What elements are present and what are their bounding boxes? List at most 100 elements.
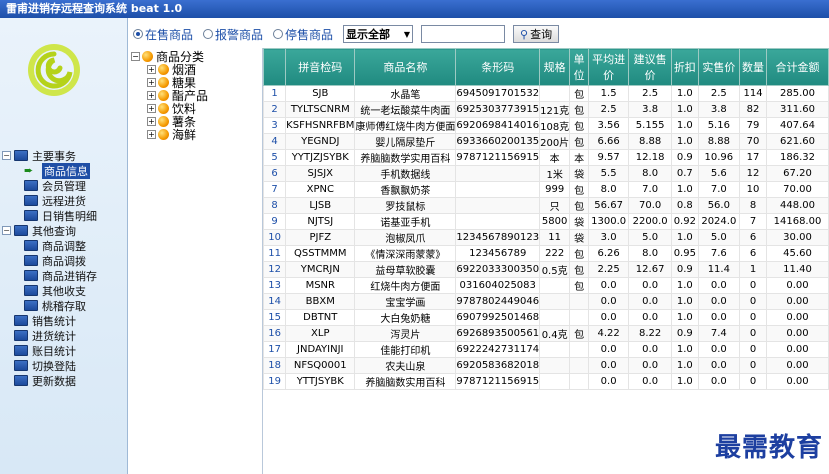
- table-cell: 包: [569, 117, 590, 134]
- table-row[interactable]: 2 TYLTSCNRM 统一老坛酸菜牛肉面 6925303773915 121克包 2.5…: [263, 101, 829, 118]
- table-cell: [569, 341, 590, 358]
- table-row[interactable]: 6 SJSJX 手机数据线 1米袋 5.5 8.0 0.7 5.6 12 67.20: [263, 165, 829, 182]
- table-cell: [569, 357, 590, 374]
- table-row[interactable]: 14 BBXM 宝宝学画 9787802449046 0.0 0.0 1.0 0.0 0 0.00: [263, 293, 829, 310]
- table-cell: 8.88: [697, 133, 741, 150]
- table-row[interactable]: 12 YMCRJN 益母草软胶囊 6922033300350 0.5克包 2.25 12.6…: [263, 261, 829, 278]
- nav-item[interactable]: ➨ 商品信息: [2, 162, 126, 179]
- nav-group-1[interactable]: − 其他查询: [2, 223, 126, 238]
- expand-toggle-icon[interactable]: +: [147, 130, 156, 139]
- table-cell: 6.26: [588, 245, 630, 262]
- table-row[interactable]: 1 SJB 水晶笔 6945091701532 包 1.5 2.5 1.0 2.5 114 285.…: [263, 85, 829, 102]
- collapse-toggle-icon[interactable]: −: [2, 226, 11, 235]
- nav-item[interactable]: 商品调整: [2, 238, 126, 253]
- table-cell: 康师傅红烧牛肉方便面: [354, 117, 457, 134]
- nav-item[interactable]: 商品进销存: [2, 268, 126, 283]
- table-cell: 56.0: [697, 197, 741, 214]
- table-cell: 本: [539, 149, 571, 166]
- column-header[interactable]: 折扣: [671, 48, 699, 86]
- column-header[interactable]: 拼音检码: [285, 48, 356, 86]
- radio-discontinued[interactable]: 停售商品: [273, 26, 333, 43]
- nav-item[interactable]: 远程进货: [2, 193, 126, 208]
- table-cell: 0.0: [628, 293, 673, 310]
- collapse-toggle-icon[interactable]: −: [131, 52, 140, 61]
- table-cell: 袋: [569, 229, 590, 246]
- table-row[interactable]: 4 YEGNDJ 婴儿隔尿垫斤 6933660200135 200片包 6.66 8.88 1…: [263, 133, 829, 150]
- category-label: 海鲜: [172, 128, 197, 142]
- table-row[interactable]: 13 MSNR 红烧牛肉方便面 031604025083 包 0.0 0.0 1.0 0.0 0 0…: [263, 277, 829, 294]
- category-item[interactable]: + 海鲜: [129, 128, 262, 142]
- nav-top-item[interactable]: 进货统计: [2, 328, 126, 343]
- nav-item[interactable]: 商品调拨: [2, 253, 126, 268]
- table-cell: 56.67: [588, 197, 630, 214]
- table-cell: 0.7: [671, 165, 699, 182]
- nav-tree: − 主要事务 ➨ 商品信息 会员管理 远程进货 日销售明细 − 其他查询 商品调整 商品调拨 商品进销…: [2, 148, 126, 388]
- table-row[interactable]: 3 KSFHSNRFBM 康师傅红烧牛肉方便面 6920698414016 108克包 3…: [263, 117, 829, 134]
- table-cell: 包: [569, 101, 590, 118]
- column-header[interactable]: 条形码: [455, 48, 541, 86]
- radio-alarm[interactable]: 报警商品: [203, 26, 263, 43]
- table-row[interactable]: 5 YYTJZJSYBK 养脑脑数学实用百科 9787121156915 本本 9.57 1…: [263, 149, 829, 166]
- table-cell: 泡椒凤爪: [354, 229, 457, 246]
- category-ball-icon: [142, 51, 153, 62]
- nav-item[interactable]: 其他收支: [2, 283, 126, 298]
- nav-item[interactable]: 桃稽存取: [2, 298, 126, 313]
- table-row[interactable]: 16 XLP 泻灵片 6926893500561 0.4克包 4.22 8.22 0.9 7.4…: [263, 325, 829, 342]
- nav-top-item[interactable]: 销售统计: [2, 313, 126, 328]
- table-cell: 0.0: [697, 373, 741, 390]
- nav-item[interactable]: 会员管理: [2, 178, 126, 193]
- column-header[interactable]: 规格: [539, 48, 571, 86]
- column-header[interactable]: [263, 48, 287, 86]
- expand-toggle-icon[interactable]: +: [147, 78, 156, 87]
- table-row[interactable]: 11 QSSTMMM 《情深深雨蒙蒙》 123456789 222 包 6.26 8.0 0.9…: [263, 245, 829, 262]
- column-header[interactable]: 建议售价: [628, 48, 673, 86]
- nav-top-item[interactable]: 切换登陆: [2, 358, 126, 373]
- expand-toggle-icon[interactable]: +: [147, 104, 156, 113]
- nav-item[interactable]: 日销售明细: [2, 208, 126, 223]
- column-header[interactable]: 商品名称: [354, 48, 457, 86]
- radio-on-sale[interactable]: 在售商品: [133, 26, 193, 43]
- table-row[interactable]: 7 XPNC 香飘飘奶茶 999 包 8.0 7.0 1.0 7.0 10 70.00: [263, 181, 829, 198]
- column-header[interactable]: 数量: [739, 48, 767, 86]
- table-cell: 4.22: [588, 325, 630, 342]
- column-header[interactable]: 平均进价: [588, 48, 630, 86]
- expand-toggle-icon[interactable]: +: [147, 65, 156, 74]
- table-cell: 2: [263, 101, 287, 118]
- filter-select[interactable]: 显示全部 ▼: [343, 25, 414, 43]
- search-input[interactable]: [421, 25, 506, 43]
- table-cell: 红烧牛肉方便面: [354, 277, 457, 294]
- watermark: 最需教育: [714, 433, 823, 463]
- column-header[interactable]: 实售价: [697, 48, 741, 86]
- expand-toggle-icon[interactable]: +: [147, 91, 156, 100]
- table-row[interactable]: 8 LJSB 罗技鼠标只包 56.67 70.0 0.8 56.0 8 448.00: [263, 197, 829, 214]
- table-cell: 285.00: [765, 85, 829, 102]
- expand-toggle-icon[interactable]: +: [147, 117, 156, 126]
- nav-top-item[interactable]: 账目统计: [2, 343, 126, 358]
- table-row[interactable]: 15 DBTNT 大白兔奶糖 6907992501468 0.0 0.0 1.0 0.0 0 0.…: [263, 309, 829, 326]
- collapse-toggle-icon[interactable]: −: [2, 151, 11, 160]
- query-button[interactable]: ⚲ 查询: [513, 25, 560, 43]
- table-cell: 袋: [569, 213, 590, 230]
- table-row[interactable]: 9 NJTSJ 诺基亚手机 5800 袋 1300.0 2200.0 0.92 2024.0 7 1…: [263, 213, 829, 230]
- column-header[interactable]: 单位: [569, 48, 590, 86]
- table-cell: 9787121156915: [455, 373, 541, 390]
- table-row[interactable]: 18 NFSQ0001 农夫山泉 6920583682018 0.0 0.0 1.0 0.0 0…: [263, 357, 829, 374]
- table-cell: 0.0: [628, 309, 673, 326]
- table-cell: 10: [263, 229, 287, 246]
- table-cell: 益母草软胶囊: [354, 261, 457, 278]
- table-cell: 70.00: [765, 181, 829, 198]
- table-cell: KSFHSNRFBM: [285, 117, 356, 134]
- window-title-bar: 雷甫进销存远程查询系统 beat 1.0: [0, 0, 829, 18]
- table-row[interactable]: 10 PJFZ 泡椒凤爪 1234567890123 11 袋 3.0 5.0 1.0 5.0 6 3…: [263, 229, 829, 246]
- category-ball-icon: [158, 90, 169, 101]
- table-cell: 0.9: [671, 149, 699, 166]
- table-cell: 114: [739, 85, 767, 102]
- nav-group-0[interactable]: − 主要事务: [2, 148, 126, 163]
- table-cell: 6922033300350: [455, 261, 541, 278]
- book-icon: [24, 285, 38, 296]
- table-row[interactable]: 19 YTTJSYBK 养脑脑数实用百科 9787121156915 0.0 0.0 1.0…: [263, 373, 829, 390]
- nav-top-item[interactable]: 更新数据: [2, 373, 126, 388]
- table-row[interactable]: 17 JNDAYINJI 佳能打印机 6922242731174 0.0 0.0 1.0 0.…: [263, 341, 829, 358]
- column-header[interactable]: 合计金额: [765, 48, 829, 86]
- table-cell: 9787802449046: [455, 293, 541, 310]
